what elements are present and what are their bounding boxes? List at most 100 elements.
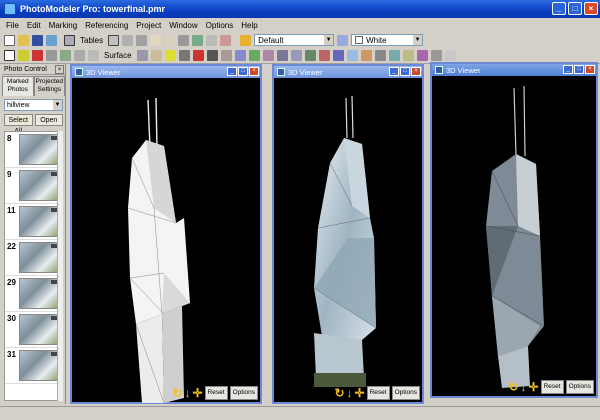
maximize-button[interactable]: □ [400,67,410,76]
photo-filter-select[interactable]: hillview ▼ [4,99,63,111]
reset-button[interactable]: Reset [204,386,228,400]
options-button[interactable]: Options [229,386,258,400]
zoom-icon[interactable] [150,34,162,46]
settings-icon[interactable] [374,50,386,61]
minimize-button[interactable]: _ [563,65,573,74]
close-button[interactable]: × [585,65,595,74]
measure-icon[interactable] [164,50,176,61]
brush-icon[interactable] [150,50,162,61]
pan-hand-icon[interactable] [164,34,176,46]
tab-projected[interactable]: Projected Settings [33,76,65,96]
point-cloud-icon[interactable] [318,50,330,61]
cut-icon[interactable] [46,50,57,61]
line-icon[interactable] [60,50,71,61]
rotate-icon[interactable]: ↻ [508,381,518,393]
menu-referencing[interactable]: Referencing [85,21,128,30]
photo-icon[interactable] [46,34,57,46]
maximize-button[interactable]: □ [568,2,582,15]
surface-button[interactable]: Surface [104,51,132,60]
menu-file[interactable]: File [6,21,19,30]
save-icon[interactable] [32,34,43,46]
export-icon[interactable] [360,50,372,61]
photo-thumb[interactable]: 29 [5,276,61,312]
info-icon[interactable] [444,50,456,61]
menu-window[interactable]: Window [169,21,197,30]
undo-icon[interactable] [220,34,232,46]
arrow-down-icon[interactable]: ↓ [185,387,191,399]
rotate-icon[interactable]: ↻ [334,387,344,399]
reset-button[interactable]: Reset [366,386,390,400]
arrow-down-icon[interactable]: ↓ [521,381,527,393]
panel-close-icon[interactable]: × [55,64,64,74]
edge-icon[interactable] [88,50,99,61]
target-icon[interactable] [192,50,204,61]
rotate-icon[interactable]: ↻ [172,387,182,399]
wireframe-icon[interactable] [276,50,288,61]
solid-icon[interactable] [304,50,316,61]
scale-icon[interactable] [206,50,218,61]
close-button[interactable]: × [249,67,259,76]
photo-thumb[interactable]: 30 [5,312,61,348]
viewer-icon[interactable] [178,34,190,46]
photo-thumb[interactable]: 31 [5,348,61,384]
mesh-icon[interactable] [290,50,302,61]
paint-icon[interactable] [240,34,252,46]
viewer-3-canvas[interactable] [432,76,596,396]
delete-icon[interactable] [32,50,43,61]
cylinder-icon[interactable] [234,50,246,61]
menu-options[interactable]: Options [206,21,234,30]
style-combo[interactable]: Default ▼ [254,34,335,46]
viewer-2-canvas[interactable] [274,78,422,402]
minimize-button[interactable]: _ [389,67,399,76]
new-file-icon[interactable] [4,34,15,46]
options-button[interactable]: Options [565,380,594,394]
move-icon[interactable]: ✛ [529,381,539,393]
options-button[interactable]: Options [391,386,420,400]
grid-icon[interactable] [122,34,134,46]
orbit-icon[interactable] [388,50,400,61]
open-folder-icon[interactable] [18,34,29,46]
pointer-icon[interactable] [4,50,15,61]
layers-icon[interactable] [136,34,148,46]
maximize-button[interactable]: □ [238,67,248,76]
thumbnail-scrollbar[interactable] [57,131,63,401]
color-combo[interactable]: White ▼ [351,34,424,46]
select-all-button[interactable]: Select All [4,114,33,135]
tables-button[interactable]: Tables [80,36,103,45]
close-button[interactable]: × [584,2,598,15]
curve-icon[interactable] [74,50,85,61]
color-picker-icon[interactable] [337,34,349,46]
arrow-down-icon[interactable]: ↓ [347,387,353,399]
mark-point-icon[interactable] [18,50,29,61]
photo-thumb[interactable]: 8 [5,132,61,168]
move-icon[interactable] [402,50,414,61]
move-icon[interactable]: ✛ [355,387,365,399]
idealize-icon[interactable] [248,50,260,61]
shape-icon[interactable] [262,50,274,61]
minimize-button[interactable]: _ [227,67,237,76]
camera-icon[interactable] [332,50,344,61]
table-icon[interactable] [108,34,120,46]
minimize-button[interactable]: _ [552,2,566,15]
photo-thumb[interactable]: 11 [5,204,61,240]
texture-icon[interactable] [178,50,190,61]
axis-icon[interactable] [220,50,232,61]
photo-thumb[interactable]: 22 [5,240,61,276]
open-button[interactable]: Open [34,114,63,126]
list-icon[interactable] [206,34,218,46]
menu-help[interactable]: Help [241,21,257,30]
reset-button[interactable]: Reset [540,380,564,394]
select-photos-icon[interactable] [64,34,75,46]
fit-icon[interactable] [430,50,442,61]
surface-icon[interactable] [136,50,148,61]
process-icon[interactable] [192,34,204,46]
view-icon[interactable] [346,50,358,61]
move-icon[interactable]: ✛ [193,387,203,399]
maximize-button[interactable]: □ [574,65,584,74]
photo-thumb[interactable]: 9 [5,168,61,204]
tab-marked-photos[interactable]: Marked Photos [2,76,34,96]
close-button[interactable]: × [411,67,421,76]
viewer-1-canvas[interactable] [72,78,260,404]
menu-edit[interactable]: Edit [27,21,41,30]
menu-marking[interactable]: Marking [49,21,77,30]
